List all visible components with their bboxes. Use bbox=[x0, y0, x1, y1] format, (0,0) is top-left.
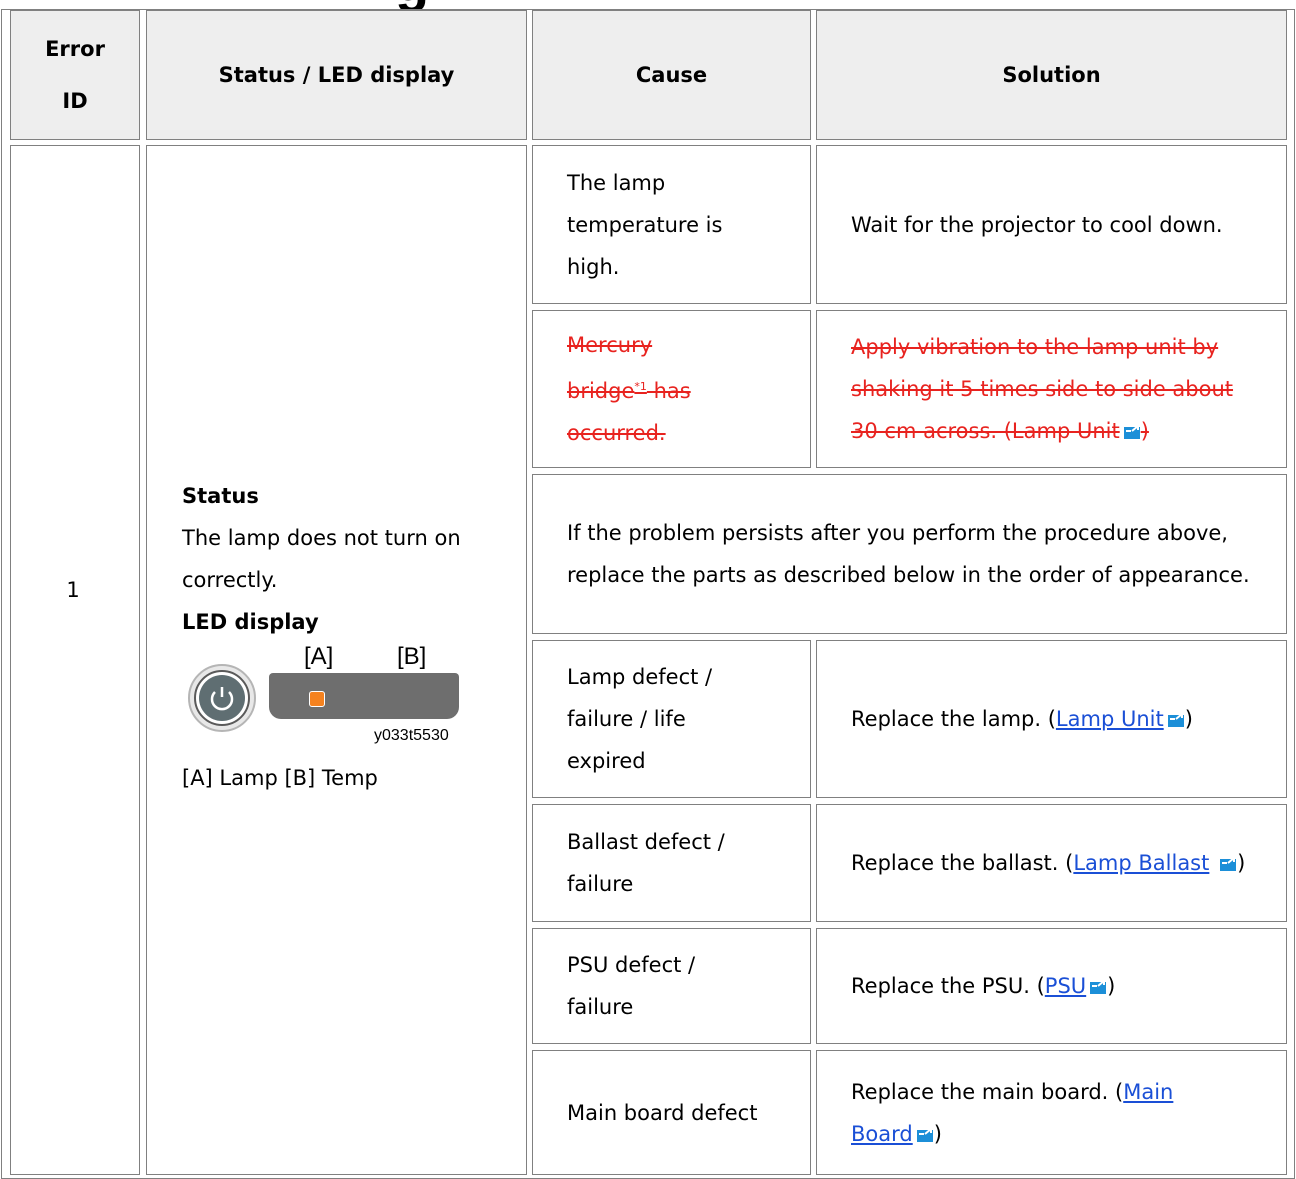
cause-text: The lamp temperature is high. bbox=[567, 170, 723, 279]
external-link-icon[interactable] bbox=[1089, 979, 1107, 995]
psu-link[interactable]: PSU bbox=[1045, 974, 1086, 998]
solution-part-end: ) bbox=[1107, 974, 1116, 998]
figure-id: y033t5530 bbox=[374, 727, 449, 744]
cause-cell-2: Mercury bridge*1 has occurred. bbox=[532, 310, 811, 468]
note-text: If the problem persists after you perfor… bbox=[567, 521, 1250, 587]
solution-cell-7: Replace the main board. (Main Board) bbox=[816, 1050, 1287, 1175]
solution-part: Apply vibration to the lamp unit by shak… bbox=[851, 335, 1234, 443]
power-icon bbox=[188, 664, 256, 732]
lamp-led bbox=[309, 691, 325, 707]
solution-cell-1: Wait for the projector to cool down. bbox=[816, 145, 1287, 304]
cause-cell-4: Lamp defect / failure / life expired bbox=[532, 640, 811, 798]
note-cell: If the problem persists after you perfor… bbox=[532, 474, 1287, 634]
error-id-value: 1 bbox=[66, 578, 80, 602]
solution-cell-6: Replace the PSU. (PSU) bbox=[816, 928, 1287, 1044]
solution-part-end: ) bbox=[1184, 707, 1193, 731]
solution-text: Replace the ballast. (Lamp Ballast ) bbox=[851, 842, 1251, 884]
solution-part: Replace the PSU. ( bbox=[851, 974, 1045, 998]
solution-text: Replace the lamp. (Lamp Unit) bbox=[851, 698, 1193, 740]
solution-text-deleted: Apply vibration to the lamp unit by shak… bbox=[851, 326, 1252, 452]
led-figure: [A] [B] y033t5530 bbox=[182, 643, 472, 755]
solution-part: Replace the main board. ( bbox=[851, 1080, 1124, 1104]
led-label-a: [A] bbox=[304, 643, 334, 670]
header-cause: Cause bbox=[532, 10, 811, 140]
solution-text: Wait for the projector to cool down. bbox=[851, 212, 1223, 237]
cause-cell-6: PSU defect / failure bbox=[532, 928, 811, 1044]
cause-text-deleted: Mercury bridge*1 has occurred. bbox=[567, 324, 737, 454]
external-link-icon[interactable] bbox=[1219, 856, 1237, 872]
external-link-icon[interactable] bbox=[916, 1127, 934, 1143]
status-text: The lamp does not turn on correctly. bbox=[182, 526, 461, 592]
solution-cell-4: Replace the lamp. (Lamp Unit) bbox=[816, 640, 1287, 798]
solution-text: Replace the PSU. (PSU) bbox=[851, 965, 1115, 1007]
header-status-led: Status / LED display bbox=[146, 10, 527, 140]
cause-cell-5: Ballast defect / failure bbox=[532, 804, 811, 922]
external-link-icon[interactable] bbox=[1123, 424, 1141, 440]
error-id-cell: 1 bbox=[10, 145, 140, 1175]
solution-part-end: ) bbox=[933, 1122, 942, 1146]
led-display-heading: LED display bbox=[182, 610, 319, 634]
header-solution: Solution bbox=[816, 10, 1287, 140]
lamp-unit-link[interactable]: Lamp Unit bbox=[1056, 707, 1164, 731]
status-heading: Status bbox=[182, 484, 259, 508]
solution-cell-2: Apply vibration to the lamp unit by shak… bbox=[816, 310, 1287, 468]
header-error-id: Error ID bbox=[10, 10, 140, 140]
led-label-b: [B] bbox=[397, 643, 427, 670]
solution-text: Replace the main board. (Main Board) bbox=[851, 1071, 1231, 1155]
lamp-ballast-link[interactable]: Lamp Ballast bbox=[1073, 851, 1209, 875]
cause-text: PSU defect / failure bbox=[567, 953, 696, 1019]
cause-text: Lamp defect / failure / life expired bbox=[567, 665, 713, 773]
cause-text: Ballast defect / failure bbox=[567, 830, 725, 896]
solution-part: Replace the lamp. ( bbox=[851, 707, 1056, 731]
solution-cell-5: Replace the ballast. (Lamp Ballast ) bbox=[816, 804, 1287, 922]
cause-cell-1: The lamp temperature is high. bbox=[532, 145, 811, 304]
solution-part: Replace the ballast. ( bbox=[851, 851, 1074, 875]
cause-text: Main board defect bbox=[567, 1100, 758, 1125]
status-led-cell: Status The lamp does not turn on correct… bbox=[146, 145, 527, 1175]
solution-part-end: ) bbox=[1140, 419, 1149, 443]
error-table: Error ID Status / LED display Cause Solu… bbox=[0, 0, 1296, 1179]
cause-cell-7: Main board defect bbox=[532, 1050, 811, 1175]
footnote-marker: *1 bbox=[634, 380, 647, 393]
led-caption: [A] Lamp [B] Temp bbox=[182, 766, 378, 790]
led-panel bbox=[269, 673, 459, 719]
solution-part-end: ) bbox=[1237, 851, 1246, 875]
external-link-icon[interactable] bbox=[1167, 712, 1185, 728]
